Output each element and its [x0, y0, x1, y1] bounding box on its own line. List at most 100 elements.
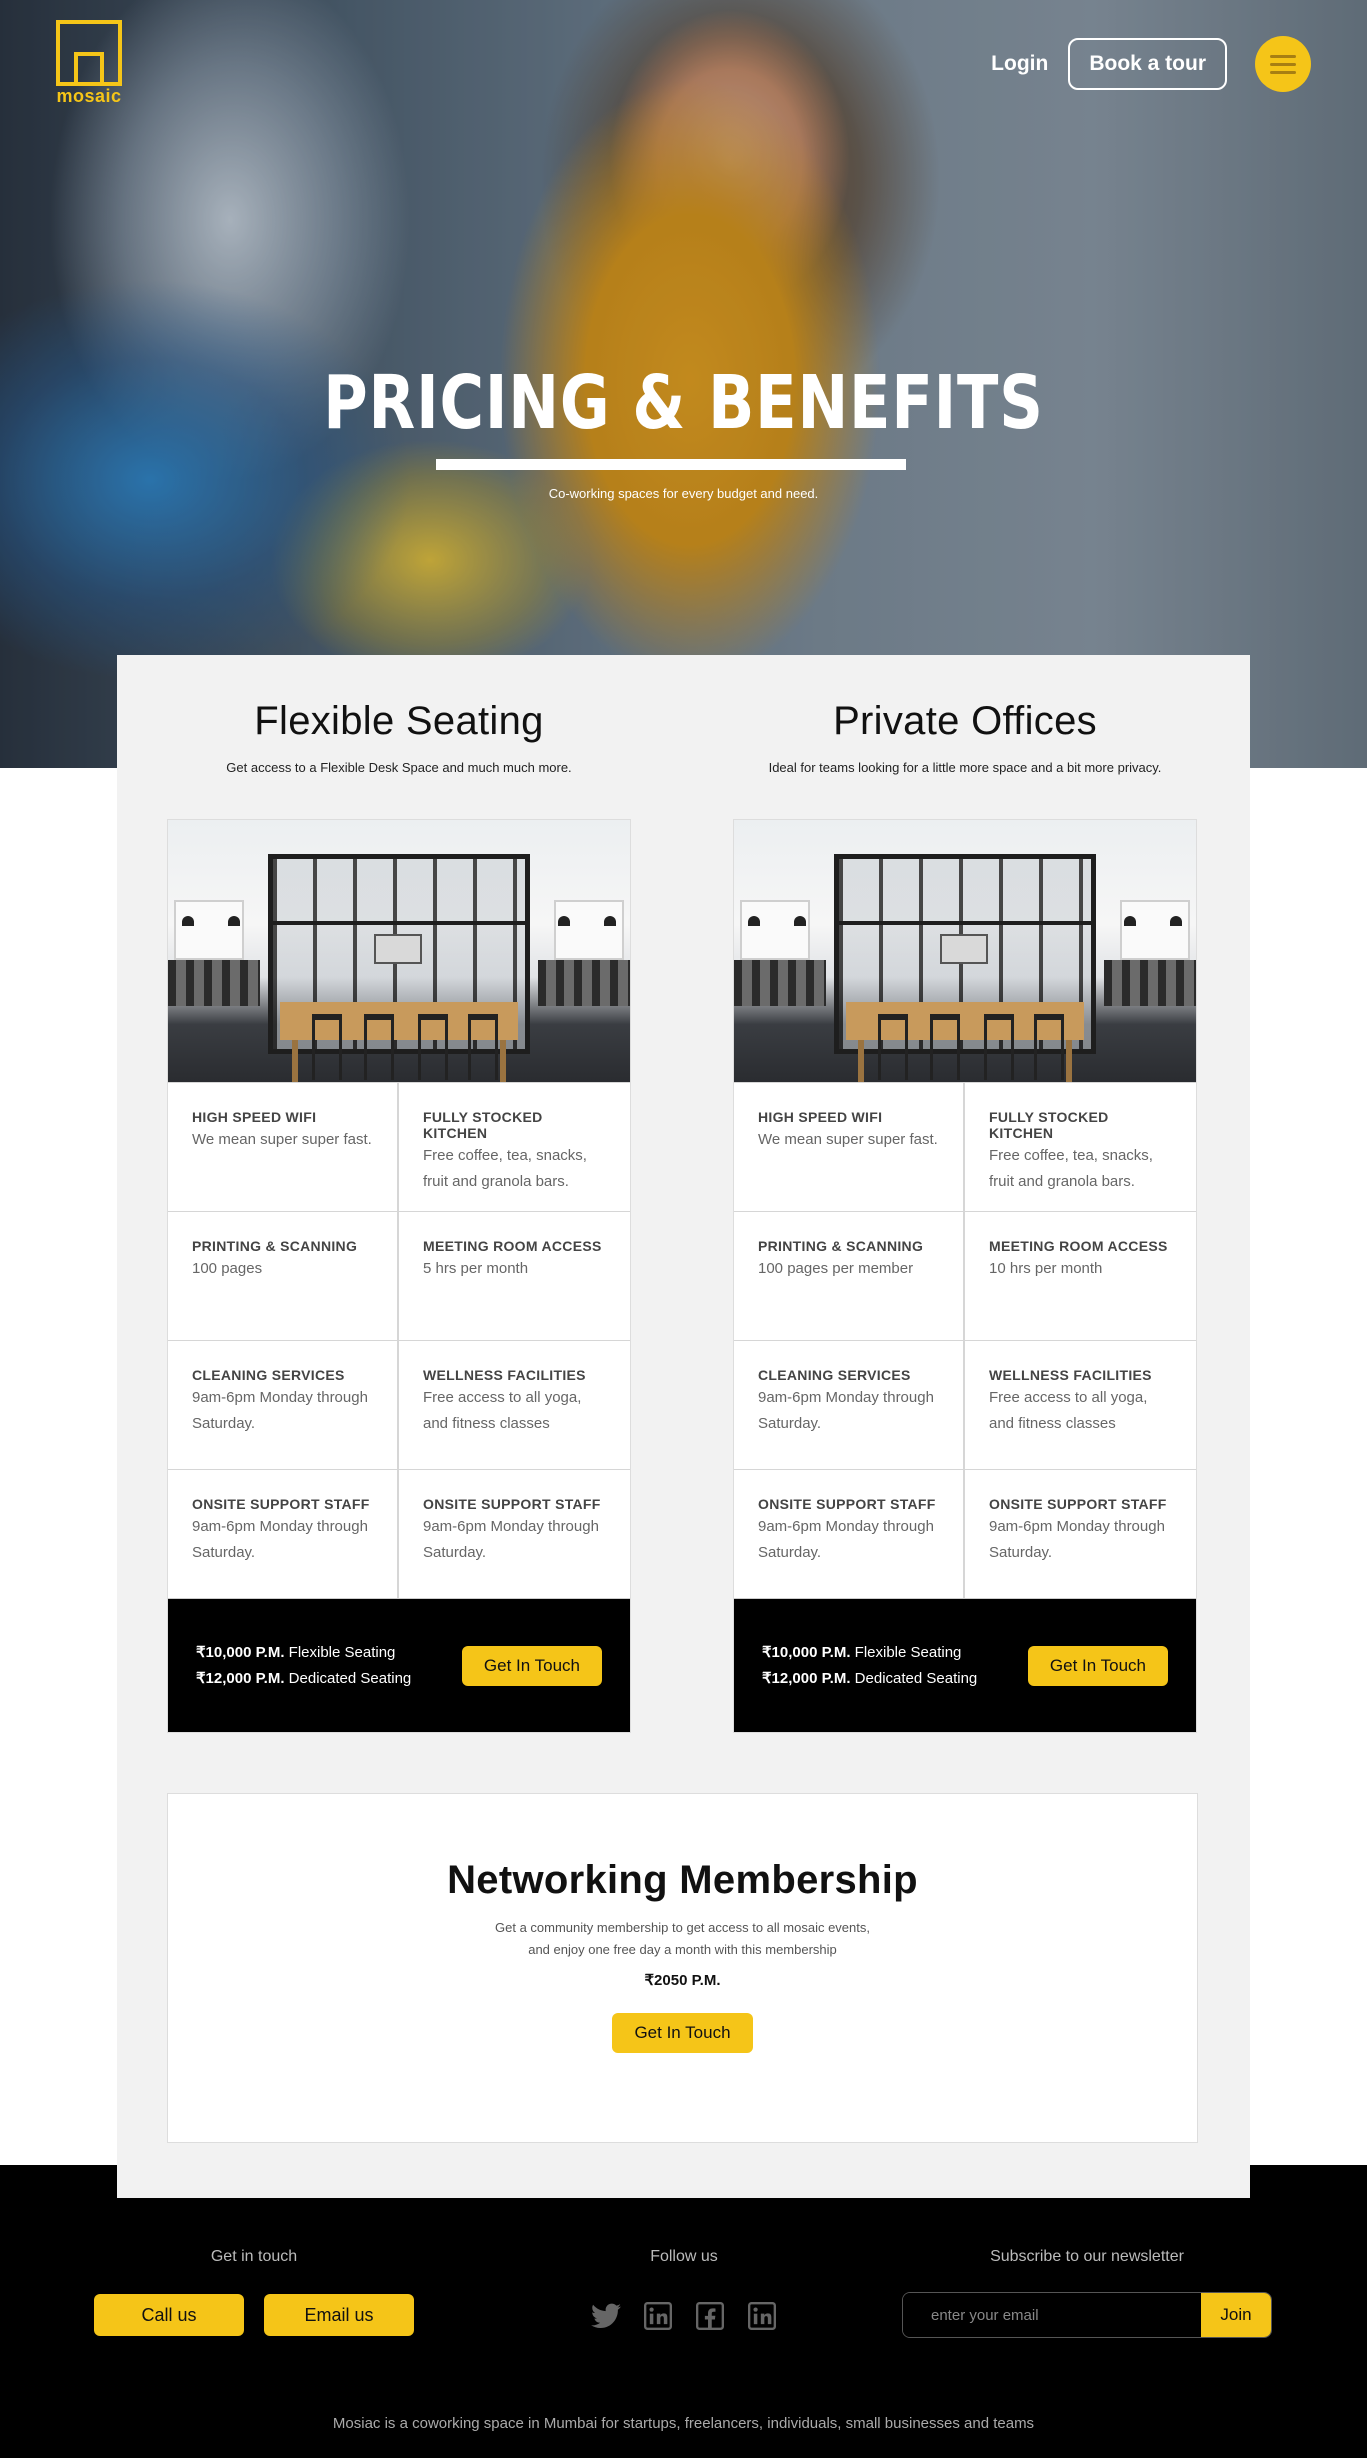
feature-text: 100 pages [192, 1260, 263, 1277]
logo-mark-icon [56, 20, 122, 86]
feature-title: CLEANING SERVICES [192, 1367, 345, 1383]
social-section: Follow us [524, 2248, 844, 2330]
feature-cell: ONSITE SUPPORT STAFF 9am-6pm Monday thro… [965, 1469, 1196, 1598]
plan-title: Private Offices [833, 699, 1097, 743]
facebook-icon[interactable] [695, 2302, 725, 2330]
pricing-panel: Flexible Seating Get access to a Flexibl… [117, 655, 1250, 2198]
mosaic-logo[interactable]: mosaic [54, 20, 124, 107]
feature-title: PRINTING & SCANNING [758, 1238, 924, 1254]
feature-text: 9am-6pm Monday through Saturday. [758, 1389, 934, 1432]
feature-text: Free coffee, tea, snacks, fruit and gran… [989, 1147, 1153, 1190]
price-list: ₹10,000 P.M. Flexible Seating ₹12,000 P.… [196, 1640, 411, 1692]
plan-private-offices: Private Offices Ideal for teams looking … [733, 655, 1197, 1733]
feature-text: 9am-6pm Monday through Saturday. [989, 1518, 1165, 1561]
feature-title: ONSITE SUPPORT STAFF [758, 1496, 936, 1512]
plan-flexible-seating: Flexible Seating Get access to a Flexibl… [167, 655, 631, 1733]
feature-cell: ONSITE SUPPORT STAFF 9am-6pm Monday thro… [734, 1469, 965, 1598]
price-label: Dedicated Seating [854, 1669, 978, 1687]
price-list: ₹10,000 P.M. Flexible Seating ₹12,000 P.… [762, 1640, 977, 1692]
feature-title: ONSITE SUPPORT STAFF [423, 1496, 601, 1512]
price-amount: ₹10,000 P.M. [762, 1643, 851, 1661]
feature-text: 100 pages per member [758, 1260, 914, 1277]
feature-cell: FULLY STOCKED KITCHEN Free coffee, tea, … [965, 1082, 1196, 1211]
networking-membership-card: Networking Membership Get a community me… [167, 1793, 1198, 2143]
hero-banner: mosaic Login Book a tour PRICING & BENEF… [0, 0, 1367, 768]
get-in-touch-button[interactable]: Get In Touch [1027, 1645, 1168, 1686]
feature-title: HIGH SPEED WIFI [192, 1109, 317, 1125]
feature-cell: CLEANING SERVICES 9am-6pm Monday through… [734, 1340, 965, 1469]
feature-cell: MEETING ROOM ACCESS 10 hrs per month [965, 1211, 1196, 1340]
newsletter-section: Subscribe to our newsletter Join [902, 2248, 1272, 2338]
linkedin-icon[interactable] [747, 2302, 777, 2330]
feature-text: Free access to all yoga, and fitness cla… [423, 1389, 582, 1432]
get-in-touch-button[interactable]: Get In Touch [461, 1645, 602, 1686]
feature-title: WELLNESS FACILITIES [423, 1367, 586, 1383]
email-input[interactable] [903, 2293, 1201, 2337]
feature-cell: FULLY STOCKED KITCHEN Free coffee, tea, … [399, 1082, 630, 1211]
price-label: Flexible Seating [288, 1643, 396, 1661]
price-bar: ₹10,000 P.M. Flexible Seating ₹12,000 P.… [734, 1598, 1196, 1732]
join-button[interactable]: Join [1201, 2293, 1271, 2337]
page-title: PRICING & BENEFITS [323, 360, 1044, 446]
networking-title: Networking Membership [447, 1858, 918, 1902]
feature-text: 10 hrs per month [989, 1260, 1103, 1277]
feature-cell: CLEANING SERVICES 9am-6pm Monday through… [168, 1340, 399, 1469]
office-photo [168, 820, 630, 1082]
get-in-touch-button[interactable]: Get In Touch [612, 2013, 753, 2053]
book-tour-button[interactable]: Book a tour [1068, 38, 1227, 90]
networking-text: Get a community membership to get access… [168, 1917, 1197, 1961]
contact-heading: Get in touch [210, 2248, 298, 2265]
feature-title: HIGH SPEED WIFI [758, 1109, 883, 1125]
price-label: Dedicated Seating [288, 1669, 412, 1687]
feature-title: ONSITE SUPPORT STAFF [192, 1496, 370, 1512]
feature-text: 9am-6pm Monday through Saturday. [192, 1518, 368, 1561]
feature-cell: HIGH SPEED WIFI We mean super super fast… [734, 1082, 965, 1211]
hero-subtitle: Co-working spaces for every budget and n… [548, 486, 819, 501]
feature-text: We mean super super fast. [192, 1131, 372, 1148]
feature-cell: WELLNESS FACILITIES Free access to all y… [399, 1340, 630, 1469]
logo-text: mosaic [56, 86, 122, 106]
feature-title: FULLY STOCKED KITCHEN [989, 1109, 1109, 1141]
price-bar: ₹10,000 P.M. Flexible Seating ₹12,000 P.… [168, 1598, 630, 1732]
feature-text: We mean super super fast. [758, 1131, 938, 1148]
hamburger-icon[interactable] [1255, 36, 1311, 92]
feature-grid: HIGH SPEED WIFI We mean super super fast… [734, 1082, 1196, 1598]
footer-note: Mosiac is a coworking space in Mumbai fo… [332, 2415, 1035, 2432]
feature-cell: PRINTING & SCANNING 100 pages [168, 1211, 399, 1340]
feature-title: PRINTING & SCANNING [192, 1238, 358, 1254]
feature-grid: HIGH SPEED WIFI We mean super super fast… [168, 1082, 630, 1598]
networking-text-line: Get a community membership to get access… [495, 1920, 870, 1935]
login-link[interactable]: Login [991, 52, 1048, 76]
feature-title: MEETING ROOM ACCESS [989, 1238, 1168, 1254]
feature-text: 9am-6pm Monday through Saturday. [192, 1389, 368, 1432]
feature-cell: ONSITE SUPPORT STAFF 9am-6pm Monday thro… [168, 1469, 399, 1598]
call-us-button[interactable]: Call us [94, 2294, 244, 2336]
twitter-icon[interactable] [591, 2302, 621, 2330]
price-label: Flexible Seating [854, 1643, 962, 1661]
social-links [524, 2302, 844, 2330]
email-us-button[interactable]: Email us [264, 2294, 414, 2336]
feature-title: ONSITE SUPPORT STAFF [989, 1496, 1167, 1512]
price-amount: ₹12,000 P.M. [196, 1669, 285, 1687]
office-photo [734, 820, 1196, 1082]
feature-title: FULLY STOCKED KITCHEN [423, 1109, 543, 1141]
linkedin-icon[interactable] [643, 2302, 673, 2330]
feature-text: Free access to all yoga, and fitness cla… [989, 1389, 1148, 1432]
follow-heading: Follow us [650, 2248, 718, 2265]
newsletter-form: Join [902, 2292, 1272, 2338]
plan-card: HIGH SPEED WIFI We mean super super fast… [733, 819, 1197, 1733]
feature-cell: MEETING ROOM ACCESS 5 hrs per month [399, 1211, 630, 1340]
feature-cell: WELLNESS FACILITIES Free access to all y… [965, 1340, 1196, 1469]
networking-price: ₹2050 P.M. [644, 1972, 721, 1989]
plan-subtitle: Get access to a Flexible Desk Space and … [226, 760, 572, 775]
price-amount: ₹12,000 P.M. [762, 1669, 851, 1687]
feature-text: 9am-6pm Monday through Saturday. [758, 1518, 934, 1561]
feature-cell: ONSITE SUPPORT STAFF 9am-6pm Monday thro… [399, 1469, 630, 1598]
plan-subtitle: Ideal for teams looking for a little mor… [768, 760, 1162, 775]
feature-title: WELLNESS FACILITIES [989, 1367, 1152, 1383]
feature-cell: HIGH SPEED WIFI We mean super super fast… [168, 1082, 399, 1211]
title-underline [436, 459, 906, 470]
plan-card: HIGH SPEED WIFI We mean super super fast… [167, 819, 631, 1733]
networking-text-line: and enjoy one free day a month with this… [528, 1942, 837, 1957]
top-nav: Login Book a tour [991, 36, 1311, 92]
